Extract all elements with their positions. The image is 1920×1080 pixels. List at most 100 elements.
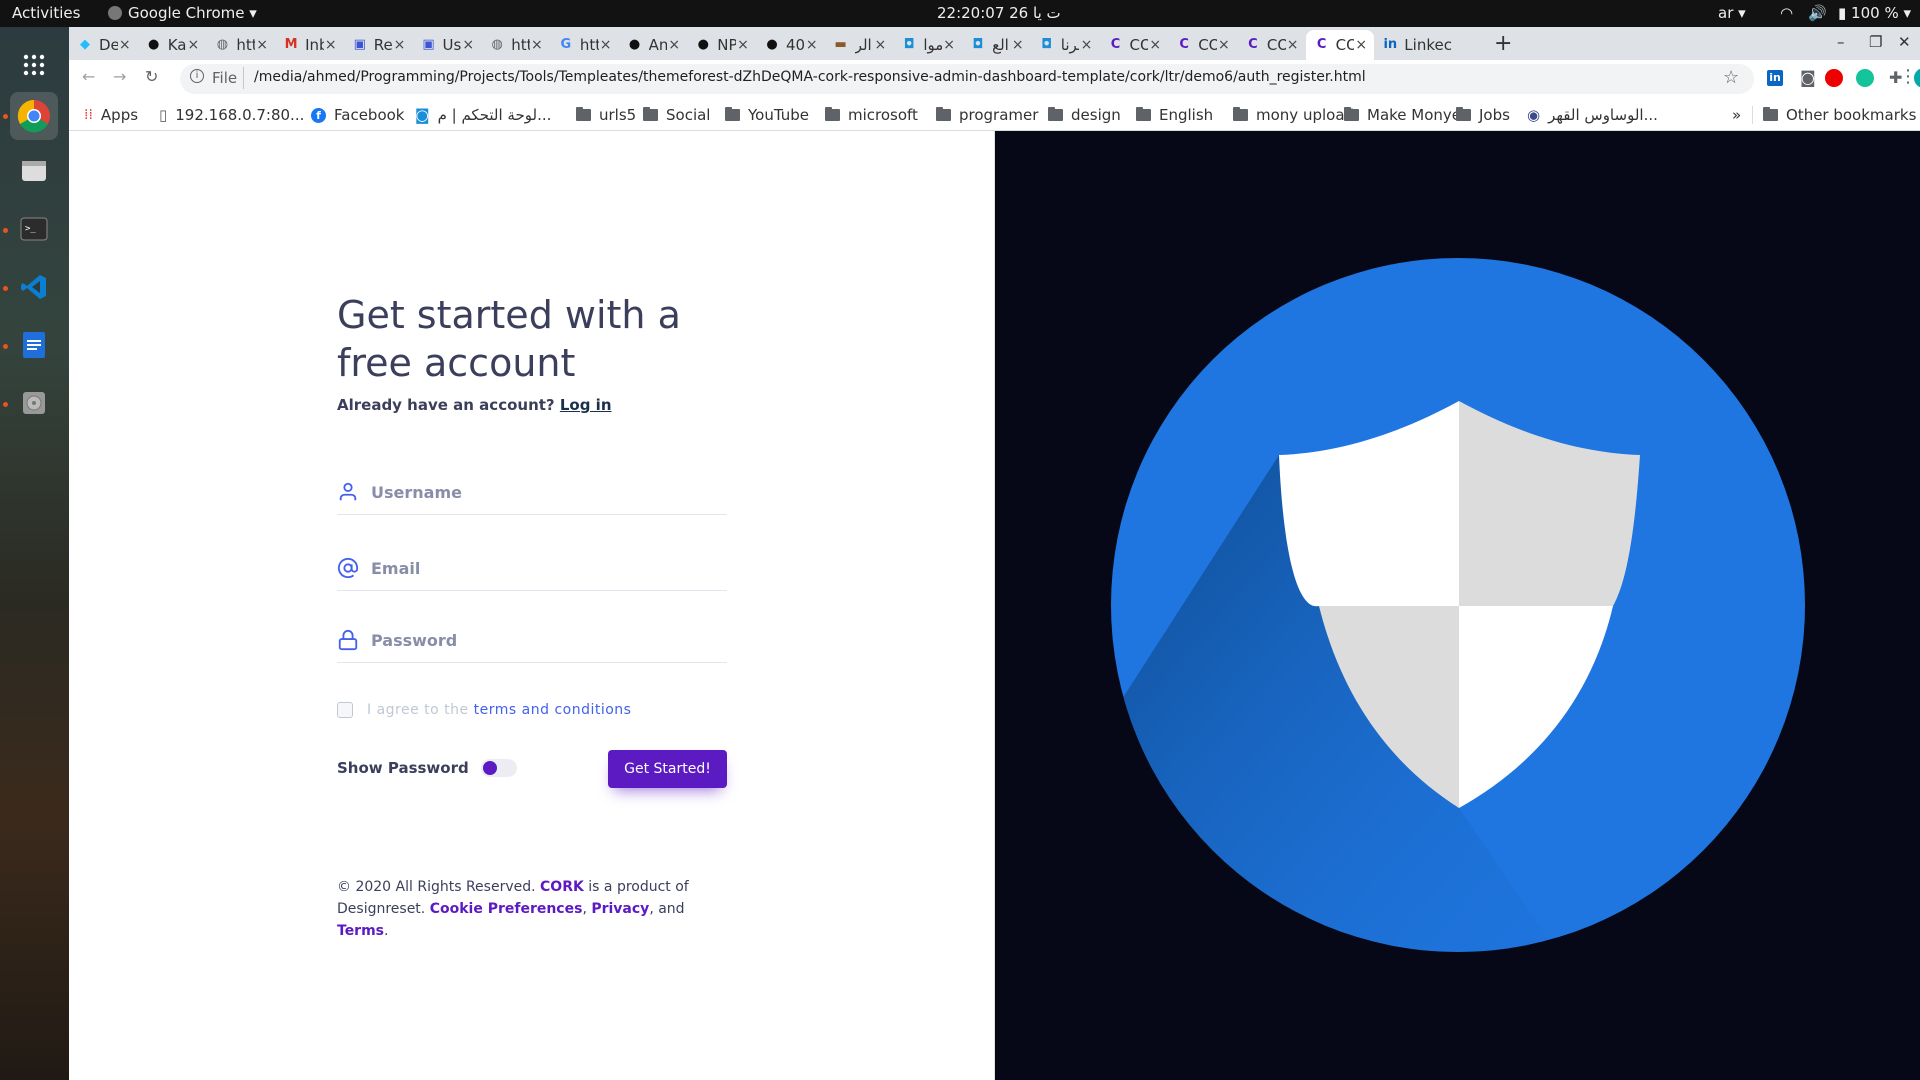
terms-link[interactable]: terms and conditions <box>474 702 632 718</box>
tab-close-icon[interactable]: × <box>736 37 750 53</box>
tab-close-icon[interactable]: × <box>324 37 338 53</box>
browser-tab[interactable]: C CORK× <box>1237 30 1306 60</box>
minimize-icon[interactable]: – <box>1837 33 1845 51</box>
disk-icon[interactable] <box>10 379 58 427</box>
tab-close-icon[interactable]: × <box>186 37 200 53</box>
forward-icon[interactable]: → <box>113 67 126 86</box>
info-icon[interactable]: i <box>190 69 204 83</box>
other-bookmarks[interactable]: Other bookmarks <box>1763 106 1916 124</box>
red-extension-icon[interactable] <box>1825 69 1843 87</box>
bookmark-item[interactable]: YouTube <box>725 106 809 124</box>
bookmark-item[interactable]: ▯ 192.168.0.7:80... <box>159 106 304 124</box>
clock[interactable]: 22:20:07 26 ت يا <box>937 4 1061 22</box>
tab-close-icon[interactable]: × <box>530 37 544 53</box>
menu-dots-icon[interactable]: ⋮ <box>1899 66 1917 87</box>
tab-close-icon[interactable]: × <box>599 37 613 53</box>
app-menu[interactable]: Google Chrome ▾ <box>108 4 257 22</box>
bookmark-item[interactable]: design <box>1048 106 1121 124</box>
browser-tab[interactable]: ◘ برنا× <box>1031 30 1100 60</box>
writer-icon[interactable] <box>10 321 58 369</box>
get-started-button[interactable]: Get Started! <box>608 750 727 788</box>
chrome-icon[interactable] <box>10 92 58 140</box>
close-window-icon[interactable]: ✕ <box>1898 33 1911 51</box>
grammarly-extension-icon[interactable] <box>1856 69 1874 87</box>
browser-tab[interactable]: ◆ De × <box>69 30 138 60</box>
bookmark-item[interactable]: Social <box>643 106 710 124</box>
browser-tab[interactable]: ● An × <box>619 30 688 60</box>
reload-icon[interactable]: ↻ <box>145 67 158 86</box>
tab-close-icon[interactable]: × <box>255 37 269 53</box>
files-icon[interactable] <box>10 147 58 195</box>
browser-tab[interactable]: ▣ Usi× <box>413 30 482 60</box>
bookmark-item[interactable]: ◉ الوساوس القهر... <box>1527 106 1658 124</box>
tab-close-icon[interactable]: × <box>873 37 887 53</box>
bookmark-item[interactable]: Make Monye <box>1344 106 1461 124</box>
username-input[interactable] <box>371 477 721 507</box>
new-tab-button[interactable]: + <box>1494 31 1512 56</box>
bookmark-item[interactable]: Jobs <box>1456 106 1510 124</box>
browser-tab[interactable]: ◍ htt × <box>481 30 550 60</box>
bookmark-item[interactable]: microsoft <box>825 106 918 124</box>
bookmark-item[interactable]: f Facebook <box>311 106 404 124</box>
show-password-row: Show Password <box>337 759 517 777</box>
email-input[interactable] <box>371 553 721 583</box>
tab-close-icon[interactable]: × <box>942 37 956 53</box>
browser-tab[interactable]: ● Ka × <box>138 30 207 60</box>
browser-tab[interactable]: ◘ موا × <box>893 30 962 60</box>
camera-extension-icon[interactable]: ◙ <box>1800 68 1816 87</box>
browser-tab[interactable]: Ghtt × <box>550 30 619 60</box>
privacy-link[interactable]: Privacy <box>591 901 649 917</box>
tab-close-icon[interactable]: × <box>1079 37 1093 53</box>
browser-tab[interactable]: C CO × <box>1168 30 1237 60</box>
show-password-toggle[interactable] <box>480 759 517 777</box>
bookmark-star-icon[interactable]: ☆ <box>1723 67 1739 88</box>
bookmark-item[interactable]: mony upload <box>1233 106 1354 124</box>
back-icon[interactable]: ← <box>82 67 95 86</box>
tab-label: Usi <box>442 36 462 54</box>
terms-footer-link[interactable]: Terms <box>337 923 384 939</box>
browser-tab[interactable]: ▬ الر × <box>825 30 894 60</box>
terminal-icon[interactable]: >_ <box>10 205 58 253</box>
address-bar[interactable]: i File /media/ahmed/Programming/Projects… <box>180 64 1754 94</box>
tab-close-icon[interactable]: × <box>805 37 819 53</box>
browser-tab[interactable]: M Inb× <box>275 30 344 60</box>
bookmark-item[interactable]: programer <box>936 106 1038 124</box>
bookmark-item[interactable]: ⁞⁞ Apps <box>84 106 138 124</box>
language-indicator[interactable]: ar ▾ <box>1718 4 1746 22</box>
tab-close-icon[interactable]: × <box>392 37 406 53</box>
vscode-icon[interactable] <box>10 263 58 311</box>
password-input[interactable] <box>371 625 721 655</box>
activities-button[interactable]: Activities <box>12 4 80 22</box>
battery-status[interactable]: ▮ 100 % ▾ <box>1838 4 1911 22</box>
browser-tab[interactable]: ● NP × <box>687 30 756 60</box>
tab-close-icon[interactable]: × <box>1011 37 1025 53</box>
bookmark-item[interactable]: English <box>1136 106 1213 124</box>
tab-close-icon[interactable]: × <box>1354 37 1368 53</box>
wifi-icon[interactable]: ◠ <box>1780 4 1793 22</box>
show-apps-icon[interactable] <box>10 41 58 89</box>
tab-close-icon[interactable]: × <box>118 37 132 53</box>
tab-close-icon[interactable]: × <box>1217 37 1231 53</box>
browser-tab[interactable]: ● 40 × <box>756 30 825 60</box>
browser-tab[interactable]: in Linkec <box>1374 30 1454 60</box>
browser-tab[interactable]: C CO × <box>1100 30 1169 60</box>
linkedin-extension-icon[interactable]: in <box>1767 70 1783 86</box>
tab-close-icon[interactable]: × <box>1148 37 1162 53</box>
tab-close-icon[interactable]: × <box>461 37 475 53</box>
browser-tab[interactable]: ◍ htt × <box>206 30 275 60</box>
tab-close-icon[interactable]: × <box>1286 37 1300 53</box>
bookmark-item[interactable]: ◙ لوحة التحكم | م... <box>415 106 551 124</box>
browser-tab[interactable]: ◘ الع × <box>962 30 1031 60</box>
cork-link[interactable]: CORK <box>540 879 584 895</box>
cork-icon: C <box>1179 37 1189 52</box>
browser-tab[interactable]: ▣ Re × <box>344 30 413 60</box>
login-link[interactable]: Log in <box>560 396 612 414</box>
bookmarks-overflow-button[interactable]: » <box>1732 106 1741 124</box>
tab-active[interactable]: C CO × <box>1305 30 1375 60</box>
terms-checkbox[interactable] <box>337 702 353 718</box>
bookmark-item[interactable]: urls5 <box>576 106 636 124</box>
volume-icon[interactable]: 🔊 <box>1808 4 1827 22</box>
restore-icon[interactable]: ❐ <box>1869 33 1882 51</box>
tab-close-icon[interactable]: × <box>667 37 681 53</box>
cookie-preferences-link[interactable]: Cookie Preferences <box>430 901 583 917</box>
